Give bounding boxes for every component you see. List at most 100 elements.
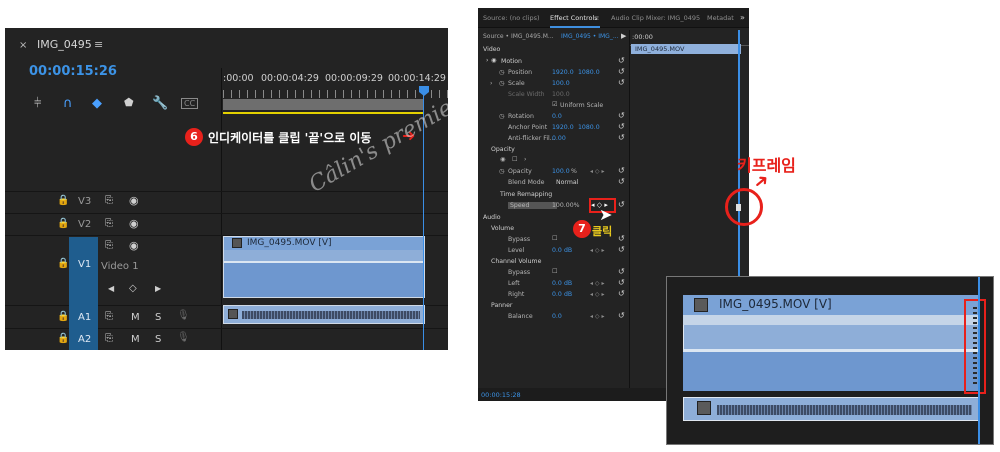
- track-label-v3[interactable]: V3: [78, 196, 91, 207]
- position-y-value[interactable]: 1080.0: [578, 69, 600, 76]
- mask-pen-icon[interactable]: ›: [524, 156, 526, 163]
- play-audio-icon[interactable]: ▶: [621, 32, 626, 40]
- eye-toggle-icon[interactable]: ◉: [491, 57, 496, 64]
- mask-rect-icon[interactable]: ☐: [512, 156, 518, 163]
- reset-icon[interactable]: ↺: [618, 166, 625, 175]
- stopwatch-icon[interactable]: ◷: [499, 80, 504, 87]
- track-label-a1[interactable]: A1: [78, 312, 91, 323]
- bypass-checkbox[interactable]: ☐: [552, 268, 558, 275]
- speed-value[interactable]: 100.00%: [552, 202, 580, 209]
- stopwatch-icon[interactable]: ◷: [499, 168, 504, 175]
- tab-audio-clip-mixer[interactable]: Audio Clip Mixer: IMG_0495: [611, 14, 700, 22]
- expand-icon[interactable]: ›: [490, 80, 492, 87]
- next-keyframe-icon[interactable]: ▶: [155, 284, 161, 293]
- keyframe-navigator[interactable]: ◂ ◇ ▸: [590, 313, 604, 320]
- lock-icon[interactable]: 🔒: [57, 258, 69, 269]
- panel-menu-icon[interactable]: ≡: [94, 38, 103, 51]
- playhead-line[interactable]: [978, 277, 980, 444]
- tab-source[interactable]: Source: (no clips): [483, 14, 540, 22]
- reset-icon[interactable]: ↺: [618, 78, 625, 87]
- reset-icon[interactable]: ↺: [618, 56, 625, 65]
- eye-icon[interactable]: ◉: [129, 239, 139, 252]
- lock-icon[interactable]: 🔒: [57, 195, 69, 206]
- opacity-section-label[interactable]: Opacity: [491, 146, 515, 153]
- snap-magnet-icon[interactable]: ∩: [63, 96, 73, 111]
- balance-value[interactable]: 0.0: [552, 313, 562, 320]
- keyframe-navigator[interactable]: ◂ ◇ ▸: [590, 280, 604, 287]
- reset-icon[interactable]: ↺: [618, 200, 625, 209]
- time-ruler[interactable]: [223, 90, 448, 98]
- lock-icon[interactable]: 🔒: [57, 218, 69, 229]
- motion-effect-label[interactable]: Motion: [501, 58, 522, 65]
- work-area-bar[interactable]: [223, 99, 423, 110]
- track-label-v1[interactable]: V1: [78, 259, 91, 270]
- bypass-checkbox[interactable]: ☐: [552, 235, 558, 242]
- keyframe-navigator[interactable]: ◂ ◇ ▸: [590, 168, 604, 175]
- sync-lock-film-icon[interactable]: ⎘: [105, 195, 113, 206]
- keyframe-navigator[interactable]: ◂ ◇ ▸: [590, 247, 604, 254]
- insert-nest-icon[interactable]: ⫩: [34, 96, 41, 111]
- mask-ellipse-icon[interactable]: ◉: [500, 156, 505, 163]
- reset-icon[interactable]: ↺: [618, 234, 625, 243]
- tab-effect-controls[interactable]: Effect Controls: [550, 14, 598, 22]
- sync-lock-film-icon[interactable]: ⎘: [105, 240, 113, 251]
- level-value[interactable]: 0.0: [552, 247, 562, 254]
- mute-button[interactable]: M: [131, 312, 140, 323]
- close-tab-icon[interactable]: ×: [19, 40, 27, 51]
- anchor-x-value[interactable]: 1920.0: [552, 124, 574, 131]
- scale-value[interactable]: 100.0: [552, 80, 570, 87]
- solo-button[interactable]: S: [155, 312, 161, 323]
- expand-icon[interactable]: ›: [486, 57, 488, 64]
- position-x-value[interactable]: 1920.0: [552, 69, 574, 76]
- solo-button[interactable]: S: [155, 334, 161, 345]
- lock-icon[interactable]: 🔒: [57, 333, 69, 344]
- stopwatch-icon[interactable]: ◷: [499, 113, 504, 120]
- source-patch-v1[interactable]: [69, 237, 98, 305]
- track-label-a2[interactable]: A2: [78, 334, 91, 345]
- eye-icon[interactable]: ◉: [129, 194, 139, 207]
- linked-selection-icon[interactable]: ◆: [92, 96, 102, 111]
- prev-keyframe-icon[interactable]: ◀: [108, 284, 114, 293]
- eye-icon[interactable]: ◉: [129, 217, 139, 230]
- keyframe-navigator[interactable]: ◂ ◇ ▸: [590, 291, 604, 298]
- sync-lock-film-icon[interactable]: ⎘: [105, 218, 113, 229]
- reset-icon[interactable]: ↺: [618, 67, 625, 76]
- mic-icon[interactable]: 🎙: [177, 332, 190, 343]
- right-value[interactable]: 0.0: [552, 291, 562, 298]
- opacity-value[interactable]: 100.0: [552, 168, 570, 175]
- reset-icon[interactable]: ↺: [618, 311, 625, 320]
- stopwatch-icon[interactable]: ◷: [499, 69, 504, 76]
- sequence-tab-title[interactable]: IMG_0495: [37, 38, 92, 51]
- uniform-scale-checkbox[interactable]: ☑: [552, 101, 558, 108]
- tab-metadata[interactable]: Metadat: [707, 14, 734, 22]
- reset-icon[interactable]: ↺: [618, 111, 625, 120]
- volume-effect-label[interactable]: Volume: [491, 225, 514, 232]
- reset-icon[interactable]: ↺: [618, 267, 625, 276]
- left-value[interactable]: 0.0: [552, 280, 562, 287]
- add-marker-icon[interactable]: ⬟: [124, 96, 134, 109]
- captions-icon[interactable]: CC: [181, 98, 199, 109]
- channel-volume-label[interactable]: Channel Volume: [491, 258, 541, 265]
- anchor-y-value[interactable]: 1080.0: [578, 124, 600, 131]
- blend-mode-select[interactable]: Normal: [556, 179, 578, 186]
- antiflicker-value[interactable]: 0.00: [552, 135, 566, 142]
- mute-button[interactable]: M: [131, 334, 140, 345]
- video-clip[interactable]: IMG_0495.MOV [V]: [223, 236, 425, 298]
- reset-icon[interactable]: ↺: [618, 122, 625, 131]
- playhead-timecode[interactable]: 00:00:15:26: [29, 64, 117, 79]
- add-keyframe-icon[interactable]: ◇: [129, 283, 137, 294]
- time-remapping-label[interactable]: Time Remapping: [500, 191, 552, 198]
- master-clip-label[interactable]: Source • IMG_0495.M...: [483, 33, 554, 40]
- more-panels-icon[interactable]: »: [740, 13, 745, 22]
- audio-clip[interactable]: [223, 305, 425, 324]
- reset-icon[interactable]: ↺: [618, 245, 625, 254]
- panner-label[interactable]: Panner: [491, 302, 512, 309]
- reset-icon[interactable]: ↺: [618, 177, 625, 186]
- sync-lock-film-icon[interactable]: ⎘: [105, 333, 113, 344]
- mic-icon[interactable]: 🎙: [177, 310, 190, 321]
- sequence-clip-label[interactable]: IMG_0495 • IMG_...: [561, 33, 619, 40]
- lock-icon[interactable]: 🔒: [57, 311, 69, 322]
- reset-icon[interactable]: ↺: [618, 133, 625, 142]
- track-label-v2[interactable]: V2: [78, 219, 91, 230]
- timeline-settings-wrench-icon[interactable]: 🔧: [152, 96, 168, 111]
